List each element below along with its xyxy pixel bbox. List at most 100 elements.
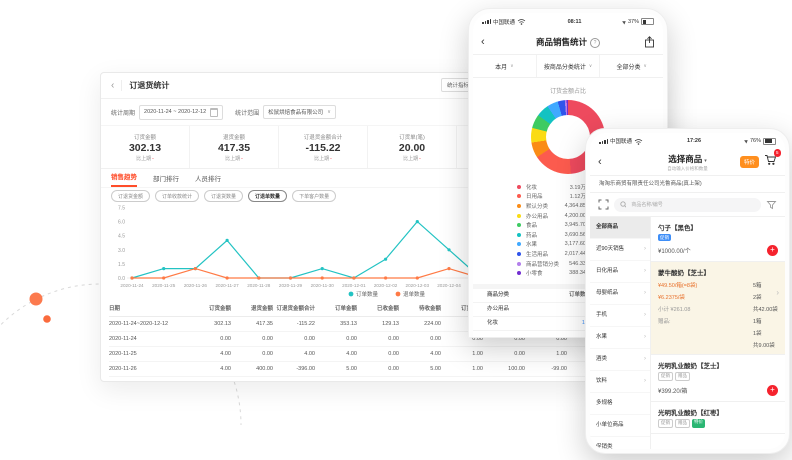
metric-chip[interactable]: 订退单数量	[248, 190, 287, 202]
detail-right: 共42.00袋	[753, 305, 778, 313]
company-banner: 淘淘乐商贸有限责任公司光鲁商品(真上架)	[590, 176, 785, 193]
compare-dash: -	[152, 156, 154, 162]
filter-dropdown[interactable]: 全部分类∨	[600, 55, 663, 77]
chevron-right-icon: ›	[644, 283, 646, 304]
detail-left	[658, 341, 753, 349]
svg-text:7.5: 7.5	[118, 206, 125, 212]
tab-销售趋势[interactable]: 销售趋势	[111, 171, 137, 187]
tab-部门排行[interactable]: 部门排行	[153, 173, 179, 187]
product-tags: 促销赠品特价	[658, 419, 778, 428]
time-label: 08:11	[526, 19, 623, 25]
phone2-nav-bar: ‹ 选择商品▾ 自动输入价格和数量 特价 5	[590, 149, 785, 176]
chevron-right-icon: ›	[644, 349, 646, 370]
metric-chip[interactable]: 下单客户数量	[292, 190, 336, 202]
sidebar-item[interactable]: 水果›	[590, 327, 650, 349]
legend-dot	[517, 194, 521, 198]
cart-button[interactable]: 5	[764, 153, 777, 171]
product-detail-row: 小计 ¥261.08共42.00袋	[658, 305, 778, 313]
back-icon[interactable]: ‹	[111, 80, 122, 91]
legend-item: 小零食388.34	[517, 268, 586, 278]
column-header: 订退货金额合计	[273, 302, 315, 316]
promo-button[interactable]: 特价	[740, 156, 759, 168]
phone2-subtitle: 自动输入价格和数量	[667, 166, 708, 172]
svg-text:2020-11-25: 2020-11-25	[152, 283, 176, 288]
share-icon[interactable]	[644, 36, 655, 48]
sidebar-item[interactable]: 手机›	[590, 305, 650, 327]
sidebar-item-label: 水果	[596, 327, 607, 348]
date-range-value: 2020-11-24 ~ 2020-12-12	[144, 109, 206, 115]
legend-item: 食品3,945.70	[517, 220, 586, 230]
compare-dash: -	[419, 156, 421, 162]
tab-人员排行[interactable]: 人员排行	[195, 173, 221, 187]
stat-label: 退货金额	[223, 133, 245, 141]
sidebar-item-label: 促销类	[596, 437, 613, 449]
svg-text:3.0: 3.0	[118, 248, 125, 254]
product-name: 光明乳业酸奶【芝士】	[658, 360, 778, 370]
sidebar-item[interactable]: 日化用品›	[590, 261, 650, 283]
legend-value: 3.19万	[570, 183, 586, 191]
product-detail-row: 共9.00袋	[658, 341, 778, 349]
svg-text:2020-11-27: 2020-11-27	[216, 283, 240, 288]
category-sidebar: 全部商品近90天销售›日化用品›母婴纸品›手机›水果›酒类›饮料›多规格小单位商…	[590, 217, 651, 449]
table-cell: 400.00	[231, 362, 273, 376]
table-cell: 4.00	[189, 362, 231, 376]
metric-chip[interactable]: 订退货数量	[204, 190, 243, 202]
filter-funnel-icon[interactable]	[766, 200, 777, 210]
detail-right: 2袋	[753, 293, 762, 301]
table-cell: 2020-11-24~2020-12-12	[109, 317, 189, 331]
filter-label: 按商品分类统计	[544, 62, 586, 71]
product-tag: 赠品	[675, 419, 690, 428]
svg-text:0.0: 0.0	[118, 276, 125, 282]
legend-item: 生活用品2,017.44	[517, 249, 586, 259]
product-detail-row: 1袋	[658, 329, 778, 337]
stat-card: 订货单(笔)20.00比上期-	[368, 126, 457, 168]
metric-chip[interactable]: 订退货金额	[111, 190, 150, 202]
sidebar-item[interactable]: 饮料›	[590, 371, 650, 393]
sidebar-item-label: 日化用品	[596, 261, 618, 282]
filter-dropdown[interactable]: 按商品分类统计∨	[537, 55, 601, 77]
scope-select[interactable]: 松鼠烘焙食品有限公司 ∨	[263, 105, 336, 119]
legend-name: 化妆	[526, 183, 570, 191]
decorative-orange-dot-small	[43, 315, 51, 323]
sidebar-item[interactable]: 全部商品	[590, 217, 650, 239]
sidebar-item[interactable]: 小单位商品	[590, 415, 650, 437]
table-cell: 5.00	[399, 362, 441, 376]
legend-item: 水果3,177.60	[517, 240, 586, 250]
detail-right: 1袋	[753, 329, 762, 337]
add-to-cart-button[interactable]: +	[767, 385, 778, 396]
product-card[interactable]: 勺子【黑色】促销¥1000.00/个+	[651, 217, 785, 262]
product-card[interactable]: 光明乳业酸奶【芝士】促销赠品¥399.20/箱+	[651, 355, 785, 402]
search-input[interactable]	[629, 201, 755, 209]
donut-chart-title: 订货金额占比	[473, 86, 663, 95]
sidebar-item[interactable]: 母婴纸品›	[590, 283, 650, 305]
chevron-right-icon[interactable]: ›	[776, 288, 779, 297]
product-card[interactable]: 光明乳业酸奶【红枣】促销赠品特价	[651, 402, 785, 434]
carrier-label: 中国联通	[493, 18, 515, 26]
table-cell: 1.00	[441, 347, 483, 361]
filter-dropdown[interactable]: 本月∨	[473, 55, 537, 77]
svg-text:2020-11-26: 2020-11-26	[184, 283, 208, 288]
help-icon[interactable]: ?	[590, 38, 600, 48]
scan-icon[interactable]	[598, 199, 609, 210]
phone2-title[interactable]: 选择商品▾	[668, 153, 707, 165]
table-cell: 0.00	[231, 332, 273, 346]
filter-label: 全部分类	[617, 62, 641, 71]
table-cell: 302.13	[189, 317, 231, 331]
phone2-status-bar: 中国联通 17:26 76%	[590, 133, 785, 149]
sidebar-item[interactable]: 促销类	[590, 437, 650, 449]
svg-text:2020-12-03: 2020-12-03	[406, 283, 430, 288]
add-to-cart-button[interactable]: +	[767, 245, 778, 256]
detail-left: ¥6.2375/袋	[658, 293, 753, 301]
product-card[interactable]: 蒙牛酸奶【芝士】¥49.50/箱(=8袋)5箱¥6.2375/袋2袋小计 ¥26…	[651, 262, 785, 355]
svg-text:2020-11-30: 2020-11-30	[311, 283, 335, 288]
metric-chip[interactable]: 订单收款统计	[155, 190, 199, 202]
table-cell: 1.00	[525, 347, 567, 361]
date-range-input[interactable]: 2020-11-24 ~ 2020-12-12	[139, 105, 223, 120]
table-cell: 2020-11-25	[109, 347, 189, 361]
product-detail-row: ¥6.2375/袋2袋	[658, 293, 778, 301]
sidebar-item[interactable]: 近90天销售›	[590, 239, 650, 261]
stat-compare: 比上期-	[314, 155, 332, 162]
sidebar-item[interactable]: 酒类›	[590, 349, 650, 371]
scope-value: 松鼠烘焙食品有限公司	[268, 108, 323, 116]
sidebar-item[interactable]: 多规格	[590, 393, 650, 415]
